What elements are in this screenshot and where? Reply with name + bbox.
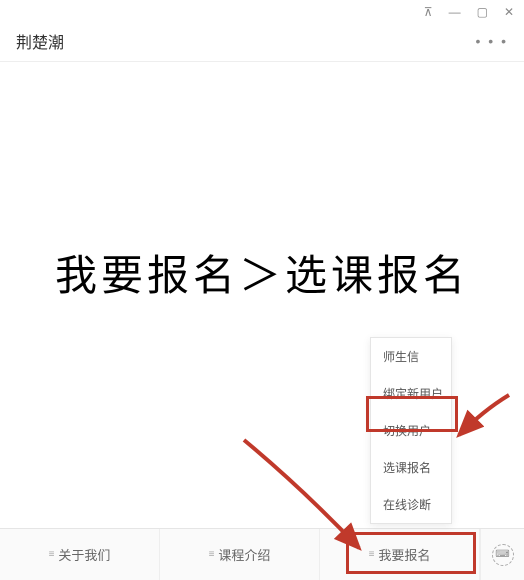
popup-item-online-diagnosis[interactable]: 在线诊断 [371,486,451,523]
menu-bars-icon: ≡ [209,549,215,560]
window-titlebar: ⊼ — ▢ ✕ [0,0,524,20]
keyboard-button[interactable]: ⌨ [480,529,524,580]
handwriting-instruction: 我要报名＞选课报名 [55,242,469,303]
popup-item-bind-user[interactable]: 绑定新用户 [371,375,451,412]
minimize-button[interactable]: — [449,5,461,19]
app-header: 荆楚潮 • • • [0,20,524,62]
nav-course-intro[interactable]: ≡ 课程介绍 [160,529,320,580]
bottom-nav: ≡ 关于我们 ≡ 课程介绍 ≡ 我要报名 ⌨ [0,528,524,580]
more-icon[interactable]: • • • [476,33,508,49]
menu-bars-icon: ≡ [49,549,55,560]
page-title: 荆楚潮 [16,29,64,53]
popup-item-teacher-letter[interactable]: 师生信 [371,338,451,375]
signup-popup-menu: 师生信 绑定新用户 切换用户 选课报名 在线诊断 [370,337,452,524]
close-button[interactable]: ✕ [504,5,514,19]
menu-bars-icon: ≡ [369,549,375,560]
nav-about-us[interactable]: ≡ 关于我们 [0,529,160,580]
nav-label: 课程介绍 [218,545,270,564]
nav-label: 我要报名 [378,545,430,564]
maximize-button[interactable]: ▢ [477,5,488,19]
popup-item-course-signup[interactable]: 选课报名 [371,449,451,486]
nav-label: 关于我们 [58,545,110,564]
pin-icon[interactable]: ⊼ [424,5,433,19]
nav-signup[interactable]: ≡ 我要报名 [320,529,480,580]
popup-item-switch-user[interactable]: 切换用户 [371,412,451,449]
keyboard-icon: ⌨ [492,544,514,566]
